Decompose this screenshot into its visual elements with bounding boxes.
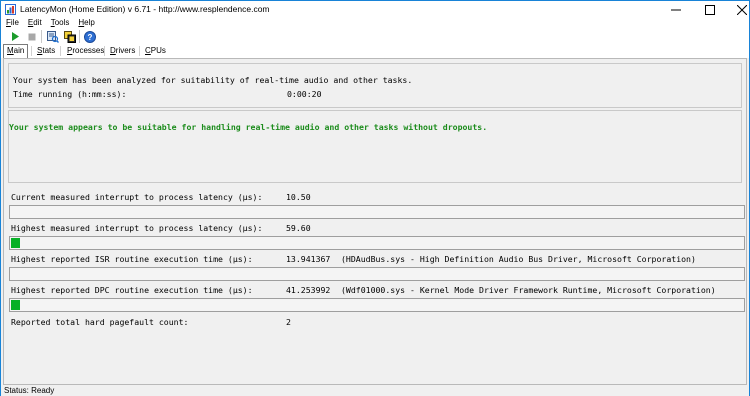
help-button[interactable]: ? [83,30,96,43]
tab-main[interactable]: Main [3,44,29,58]
tab-processes[interactable]: Processes [64,45,107,57]
play-icon [12,32,19,41]
latency-level-fill [11,238,20,248]
main-panel: Your system has been analyzed for suitab… [3,58,747,385]
metric-value: 10.50 [286,192,311,202]
tab-separator [104,46,105,56]
status-bar: Status: Ready [1,385,749,396]
menu-tools[interactable]: Tools [46,18,74,29]
window-title: LatencyMon (Home Edition) v 6.71 - http:… [20,4,270,14]
tab-separator [60,46,61,56]
app-name: LatencyMon [20,4,67,14]
menu-tools-label: ools [54,18,70,27]
maximize-icon [705,4,715,15]
verdict-text: Your system appears to be suitable for h… [9,122,488,132]
metric-value: 41.253992 [286,285,331,295]
time-running-label: Time running (h:mm:ss): [13,89,127,99]
close-button[interactable] [727,1,750,18]
dpc-level-bar [9,298,745,312]
tab-main-accel: M [7,46,14,55]
menu-file-label: ile [10,18,19,27]
metric-value: 59.60 [286,223,311,233]
minimize-button[interactable] [661,1,691,18]
latency-level-bar [9,205,745,219]
time-running-value: 0:00:20 [287,89,322,99]
metric-detail: (HDAudBus.sys - High Definition Audio Bu… [341,254,696,264]
app-url: http://www.resplendence.com [158,4,270,14]
tab-drivers[interactable]: Drivers [107,45,138,57]
svg-text:?: ? [87,33,92,42]
tab-drivers-label: rivers [115,46,136,55]
analyze-icon [46,30,59,43]
copy-icon [63,30,76,43]
menu-help-label: elp [84,18,95,27]
toolbar-separator [41,30,42,43]
summary-line: Your system has been analyzed for suitab… [13,75,413,85]
analysis-summary-box: Your system has been analyzed for suitab… [8,63,742,108]
isr-level-bar [9,267,745,281]
metric-value: 13.941367 [286,254,331,264]
maximize-button[interactable] [695,1,725,18]
tab-main-label: ain [13,46,25,55]
app-version: v 6.71 [127,4,151,14]
title-bar[interactable]: LatencyMon (Home Edition) v 6.71 - http:… [1,1,749,18]
latencymon-app-icon [5,4,16,15]
tab-processes-label: rocesses [72,46,105,55]
verdict-box: Your system appears to be suitable for h… [8,110,742,183]
metric-label: Reported total hard pagefault count: [11,317,189,327]
metric-value: 2 [286,317,291,327]
tab-cpus[interactable]: CPUs [142,45,169,57]
toolbar-separator [79,30,80,43]
metric-label: Highest reported DPC routine execution t… [11,285,253,295]
menu-file[interactable]: File [1,18,23,29]
close-icon [737,4,747,15]
start-button[interactable] [9,30,22,43]
metric-label: Current measured interrupt to process la… [11,192,263,202]
dpc-level-fill [11,300,20,310]
copy-button[interactable] [63,30,76,43]
menu-bar: File Edit Tools Help [1,18,749,29]
latency-level-bar [9,236,745,250]
menu-edit[interactable]: Edit [23,18,46,29]
stop-button[interactable] [25,30,38,43]
tab-stats-label: tats [42,46,56,55]
help-icon: ? [83,30,96,43]
tab-stats[interactable]: Stats [34,45,58,57]
app-window: LatencyMon (Home Edition) v 6.71 - http:… [0,0,750,396]
metric-label: Highest measured interrupt to process la… [11,223,263,233]
menu-edit-label: dit [33,18,42,27]
analyze-button[interactable] [46,30,59,43]
tab-cpus-label: PUs [150,46,166,55]
metric-detail: (Wdf01000.sys - Kernel Mode Driver Frame… [341,285,716,295]
metric-label: Highest reported ISR routine execution t… [11,254,253,264]
app-edition: (Home Edition) [68,4,126,14]
status-text: Status: Ready [4,386,55,395]
minimize-icon [671,9,681,10]
stop-icon [28,33,35,40]
tab-separator [31,46,32,56]
menu-help[interactable]: Help [73,18,98,29]
tab-separator [139,46,140,56]
tab-strip: Main Stats Processes Drivers CPUs [1,44,749,58]
toolbar: ? [1,29,749,44]
